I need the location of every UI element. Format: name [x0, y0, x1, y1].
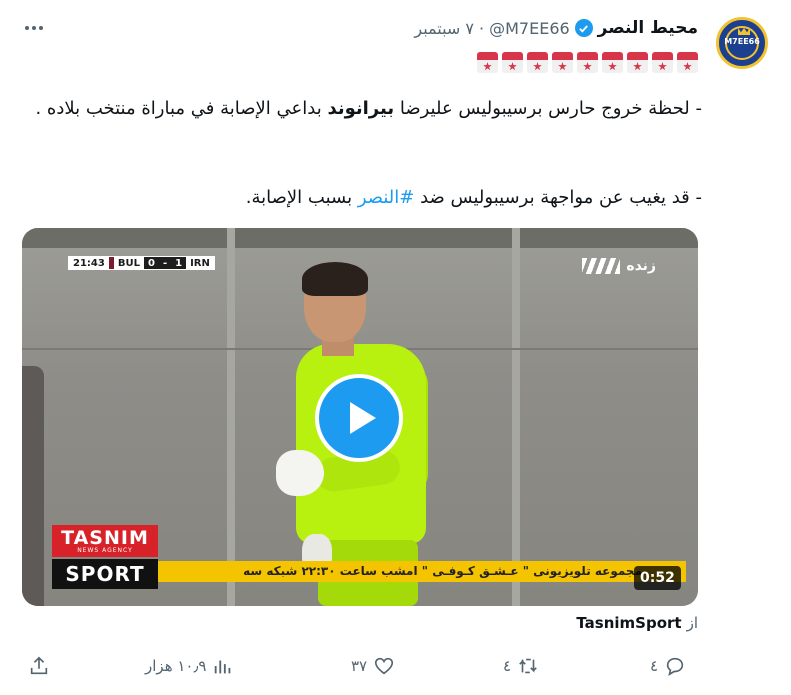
reply-button[interactable]: ٤	[650, 652, 686, 680]
calendar-star-emoji-icon	[602, 52, 623, 73]
calendar-star-emoji-icon	[477, 52, 498, 73]
retweet-count: ٤	[503, 657, 512, 675]
author-handle[interactable]: @M7EE66	[489, 19, 570, 38]
tweet-text: بداعي الإصابة في مباراة منتخب بلاده .	[35, 98, 328, 119]
action-bar: ١٠٫٩ هزار ٣٧ ٤ ٤	[0, 652, 791, 680]
views-button[interactable]: ١٠٫٩ هزار	[145, 652, 234, 680]
video-duration: 0:52	[634, 566, 681, 590]
tasnim-logo: TASNIM NEWS AGENCY SPORT	[52, 525, 158, 591]
like-button[interactable]: ٣٧	[351, 652, 395, 680]
heart-icon	[375, 657, 394, 675]
tweet-text: - لحظة خروج حارس برسيبوليس عليرضا	[394, 98, 702, 119]
views-icon	[215, 660, 231, 674]
calendar-star-emoji-icon	[677, 52, 698, 73]
tweet-text: بسبب الإصابة.	[245, 187, 358, 208]
team-1: BUL	[113, 257, 144, 269]
tweet-header: محيط النصر @M7EE66 · ٧ سبتمبر	[414, 16, 698, 40]
live-label: زنده	[626, 258, 656, 274]
calendar-star-emoji-icon	[552, 52, 573, 73]
channel-logo-icon	[582, 258, 621, 274]
news-ticker: مجموعه تلويزيونى " عـشـق كـوفـى " امشب س…	[152, 561, 686, 582]
verified-badge-icon[interactable]	[574, 19, 593, 37]
tweet-text-paragraph-2: - قد يغيب عن مواجهة برسيبوليس ضد #النصر …	[30, 183, 702, 212]
share-icon	[30, 656, 48, 675]
avatar[interactable]: M7EE66	[716, 17, 768, 69]
calendar-star-emoji-icon	[652, 52, 673, 73]
like-count: ٣٧	[351, 657, 368, 675]
sport-logo-text: SPORT	[52, 559, 158, 589]
avatar-logo-text: M7EE66	[724, 37, 760, 46]
live-badge: زنده	[582, 258, 656, 274]
scoreboard: 21:43 BUL 0 - 1 IRN	[68, 256, 215, 270]
retweet-icon	[519, 658, 537, 674]
score-1: 0	[143, 257, 159, 269]
retweet-button[interactable]: ٤	[503, 652, 539, 680]
reply-icon	[666, 657, 684, 676]
author-name[interactable]: محيط النصر	[598, 18, 698, 38]
score-separator: -	[158, 257, 172, 269]
video-person-figure	[22, 366, 44, 606]
tweet-text-paragraph-1: - لحظة خروج حارس برسيبوليس عليرضا بيرانو…	[30, 94, 702, 123]
source-account-link[interactable]: TasnimSport	[576, 614, 681, 632]
more-options-icon[interactable]	[22, 18, 46, 38]
tweet-text: - قد يغيب عن مواجهة برسيبوليس ضد	[414, 187, 702, 208]
calendar-star-emoji-icon	[502, 52, 523, 73]
video-background-post	[512, 228, 520, 606]
play-button-icon[interactable]	[315, 374, 403, 462]
reply-count: ٤	[650, 657, 659, 675]
views-count: ١٠٫٩ هزار	[145, 657, 207, 675]
source-label: از	[686, 614, 698, 632]
video-player[interactable]: 21:43 BUL 0 - 1 IRN زنده مجموعه تلويزيون…	[22, 228, 698, 606]
calendar-star-emoji-icon	[527, 52, 548, 73]
tweet-text-bold: بيرانوند	[327, 98, 395, 119]
video-background-post	[227, 228, 235, 606]
score-2: 1	[171, 257, 187, 269]
tweet-card: M7EE66 محيط النصر @M7EE66 · ٧ سبتمبر - ل…	[0, 0, 791, 695]
calendar-star-emoji-icon	[577, 52, 598, 73]
emoji-row	[477, 52, 698, 73]
video-background-band	[22, 228, 698, 248]
separator-dot: ·	[479, 18, 485, 38]
team-2: IRN	[186, 257, 214, 269]
video-source: از TasnimSport	[576, 614, 698, 632]
calendar-star-emoji-icon	[627, 52, 648, 73]
match-time: 21:43	[69, 257, 109, 269]
hashtag-link[interactable]: #النصر	[358, 187, 415, 208]
share-button[interactable]	[28, 652, 50, 680]
tasnim-logo-subtext: NEWS AGENCY	[77, 547, 133, 554]
tweet-date[interactable]: ٧ سبتمبر	[414, 19, 474, 38]
